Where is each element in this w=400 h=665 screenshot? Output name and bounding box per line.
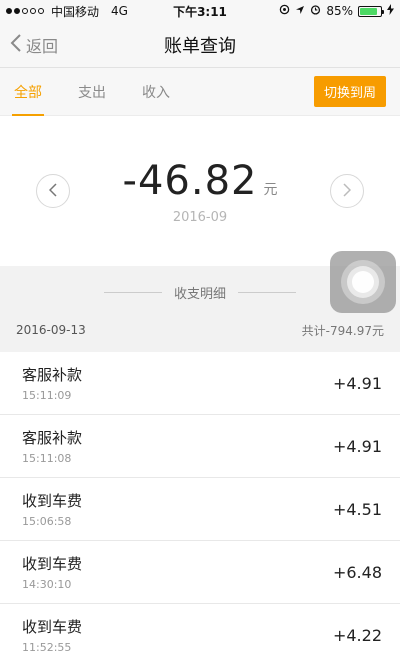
location-arrow-icon [279, 4, 290, 18]
item-amount: +4.22 [332, 625, 382, 645]
item-info: 收到车费 15:06:58 [22, 490, 82, 528]
item-info: 收到车费 11:52:55 [22, 616, 82, 654]
status-bar: 中国移动 4G 下午3:11 85% [0, 0, 400, 22]
signal-icon [6, 8, 44, 14]
navigation-icon [295, 4, 305, 18]
item-info: 客服补款 15:11:09 [22, 364, 82, 402]
chevron-left-icon [10, 33, 22, 57]
list-item[interactable]: 收到车费 11:52:55 +4.22 [0, 604, 400, 665]
item-amount: +4.51 [332, 499, 382, 519]
divider [238, 291, 296, 293]
previous-month-button[interactable] [36, 174, 70, 208]
status-left: 中国移动 4G [6, 3, 128, 20]
back-label: 返回 [26, 36, 59, 56]
date-group-header: 2016-09-13 共计-794.97元 [0, 318, 400, 342]
item-name: 客服补款 [22, 366, 83, 384]
tab-expense[interactable]: 支出 [78, 68, 106, 116]
status-right: 85% [279, 4, 394, 18]
item-name: 客服补款 [22, 429, 83, 447]
item-time: 11:52:55 [22, 641, 72, 654]
item-info: 收到车费 14:30:10 [22, 553, 82, 591]
list-item[interactable]: 收到车费 15:06:58 +4.51 [0, 478, 400, 541]
switch-to-week-button[interactable]: 切换到周 [313, 76, 386, 107]
back-button[interactable]: 返回 [0, 33, 58, 57]
assistive-touch-button[interactable] [330, 251, 396, 313]
tab-income[interactable]: 收入 [142, 68, 170, 116]
carrier-label: 中国移动 [51, 4, 100, 19]
battery-fill [360, 7, 377, 15]
next-month-button[interactable] [330, 174, 364, 208]
chevron-left-icon [48, 182, 57, 201]
list-item[interactable]: 客服补款 15:11:08 +4.91 [0, 415, 400, 478]
item-amount: +4.91 [332, 373, 382, 393]
item-time: 15:11:09 [22, 389, 72, 402]
detail-header-label: 收支明细 [173, 286, 226, 302]
month-label: 2016-09 [172, 209, 228, 225]
assistive-touch-icon [341, 260, 385, 304]
nav-bar: 返回 账单查询 [0, 22, 400, 68]
filter-tabs: 全部 支出 收入 切换到周 [0, 68, 400, 116]
item-time: 15:11:08 [22, 452, 72, 465]
list-item[interactable]: 收到车费 14:30:10 +6.48 [0, 541, 400, 604]
month-amount: -46.82 [122, 157, 258, 204]
page-title: 账单查询 [164, 35, 236, 57]
divider [103, 291, 162, 293]
alarm-icon [310, 4, 321, 18]
amount-unit: 元 [263, 181, 278, 198]
charging-icon [387, 4, 394, 18]
amount-row: -46.82 元 [123, 158, 278, 204]
item-amount: +6.48 [332, 562, 382, 582]
item-info: 客服补款 15:11:08 [22, 427, 82, 465]
item-name: 收到车费 [22, 555, 83, 573]
battery-icon [358, 5, 384, 17]
item-time: 14:30:10 [22, 578, 72, 591]
list-item[interactable]: 客服补款 15:11:09 +4.91 [0, 352, 400, 415]
group-total: 共计-794.97元 [301, 323, 384, 338]
tab-all[interactable]: 全部 [12, 68, 44, 116]
group-date: 2016-09-13 [16, 323, 86, 337]
network-label: 4G [111, 4, 128, 18]
item-time: 15:06:58 [22, 515, 72, 528]
month-summary: -46.82 元 2016-09 [0, 116, 400, 266]
item-amount: +4.91 [332, 436, 382, 456]
item-name: 收到车费 [22, 618, 83, 636]
item-name: 收到车费 [22, 492, 83, 510]
battery-percent: 85% [326, 4, 353, 18]
transaction-list: 客服补款 15:11:09 +4.91 客服补款 15:11:08 +4.91 … [0, 352, 400, 665]
chevron-right-icon [343, 182, 352, 201]
